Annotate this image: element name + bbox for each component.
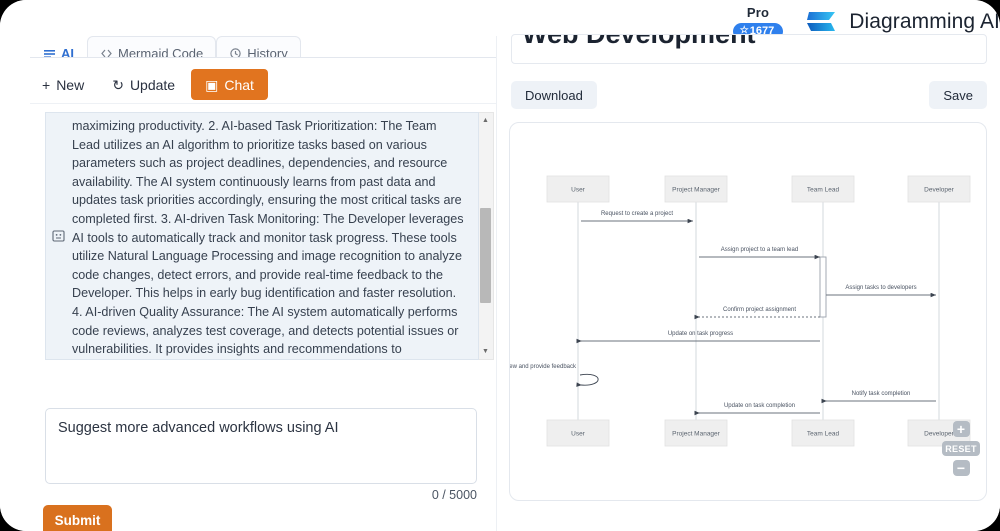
- right-panel: Web Development Download Save User User Pr…: [496, 34, 1000, 531]
- new-button-label: New: [56, 76, 85, 93]
- chat-scrollbar[interactable]: ▲ ▼: [479, 112, 494, 360]
- svg-text:Project Manager: Project Manager: [672, 431, 721, 438]
- bot-message-icon: [52, 230, 65, 243]
- refresh-icon: ↻: [112, 76, 124, 93]
- scroll-down-icon[interactable]: ▼: [479, 345, 492, 358]
- chat-thread[interactable]: maximizing productivity. 2. AI-based Tas…: [45, 112, 479, 360]
- save-button[interactable]: Save: [929, 81, 987, 109]
- plus-icon: +: [42, 76, 51, 93]
- zoom-reset-button[interactable]: RESET: [942, 441, 980, 456]
- chat-button-label: Chat: [224, 76, 254, 93]
- chat-button[interactable]: ▣ Chat: [191, 69, 268, 100]
- scroll-up-icon[interactable]: ▲: [479, 114, 492, 127]
- update-button[interactable]: ↻ Update: [100, 70, 187, 100]
- chat-icon: ▣: [205, 76, 219, 93]
- svg-text:Team Lead: Team Lead: [807, 187, 840, 194]
- update-button-label: Update: [129, 76, 176, 93]
- app-logo[interactable]: Diagramming AI: [805, 8, 1000, 36]
- svg-text:Confirm project assignment: Confirm project assignment: [723, 307, 796, 313]
- download-button[interactable]: Download: [511, 81, 597, 109]
- svg-text:User: User: [571, 187, 586, 194]
- logo-icon: [807, 12, 836, 31]
- svg-text:Developer: Developer: [924, 187, 954, 194]
- tab-ai[interactable]: AI: [30, 36, 87, 58]
- tab-ai-label: AI: [61, 45, 74, 58]
- svg-text:Project Manager: Project Manager: [672, 187, 721, 194]
- prompt-input[interactable]: [45, 408, 477, 484]
- scrollbar-thumb[interactable]: [480, 208, 491, 303]
- new-button[interactable]: + New: [30, 70, 96, 100]
- diagram-title: Web Development: [522, 34, 756, 49]
- svg-text:Assign tasks to developers: Assign tasks to developers: [845, 285, 916, 291]
- svg-text:Assign project to a team lead: Assign project to a team lead: [721, 247, 798, 253]
- tab-history[interactable]: History: [216, 36, 301, 58]
- character-counter: 0 / 5000: [431, 488, 477, 502]
- svg-text:Update on task progress: Update on task progress: [668, 331, 733, 337]
- tab-mermaid-code-label: Mermaid Code: [118, 45, 204, 58]
- left-panel: AI Mermaid Code History + New ↻ Update ▣…: [0, 36, 496, 531]
- assistant-message: maximizing productivity. 2. AI-based Tas…: [45, 112, 479, 360]
- zoom-in-button[interactable]: +: [952, 421, 970, 437]
- diagram-canvas[interactable]: User User Project Manager Project Manager Te…: [509, 122, 987, 501]
- tab-mermaid-code[interactable]: Mermaid Code: [87, 36, 217, 58]
- assistant-message-text: maximizing productivity. 2. AI-based Tas…: [72, 119, 464, 357]
- app-window: Pro ☆ 1677 Diagramming AI AI Mermaid Cod…: [0, 0, 1000, 531]
- svg-text:Notify task completion: Notify task completion: [852, 391, 911, 397]
- brand-name: Diagramming AI: [849, 10, 1000, 33]
- submit-button[interactable]: Submit: [43, 505, 112, 531]
- zoom-out-button[interactable]: −: [952, 460, 970, 476]
- svg-text:Team Lead: Team Lead: [807, 431, 840, 438]
- sequence-diagram: User User Project Manager Project Manager Te…: [510, 175, 971, 447]
- history-icon: [229, 47, 242, 57]
- svg-text:User: User: [571, 431, 586, 438]
- svg-text:Update on task completion: Update on task completion: [724, 403, 795, 409]
- svg-text:Review and provide feedback: Review and provide feedback: [510, 364, 577, 370]
- svg-text:Request to create a project: Request to create a project: [601, 211, 673, 217]
- plan-label: Pro: [746, 4, 770, 20]
- diagram-zoom-controls: + RESET −: [942, 421, 980, 476]
- diagram-title-field[interactable]: Web Development: [511, 34, 987, 64]
- chat-toolbar: + New ↻ Update ▣ Chat: [30, 66, 496, 104]
- diagram-actions: Download Save: [511, 81, 987, 109]
- code-icon: [100, 47, 113, 58]
- tab-history-label: History: [247, 45, 288, 58]
- ai-lines-icon: [43, 47, 56, 57]
- panel-tabs: AI Mermaid Code History: [30, 36, 496, 58]
